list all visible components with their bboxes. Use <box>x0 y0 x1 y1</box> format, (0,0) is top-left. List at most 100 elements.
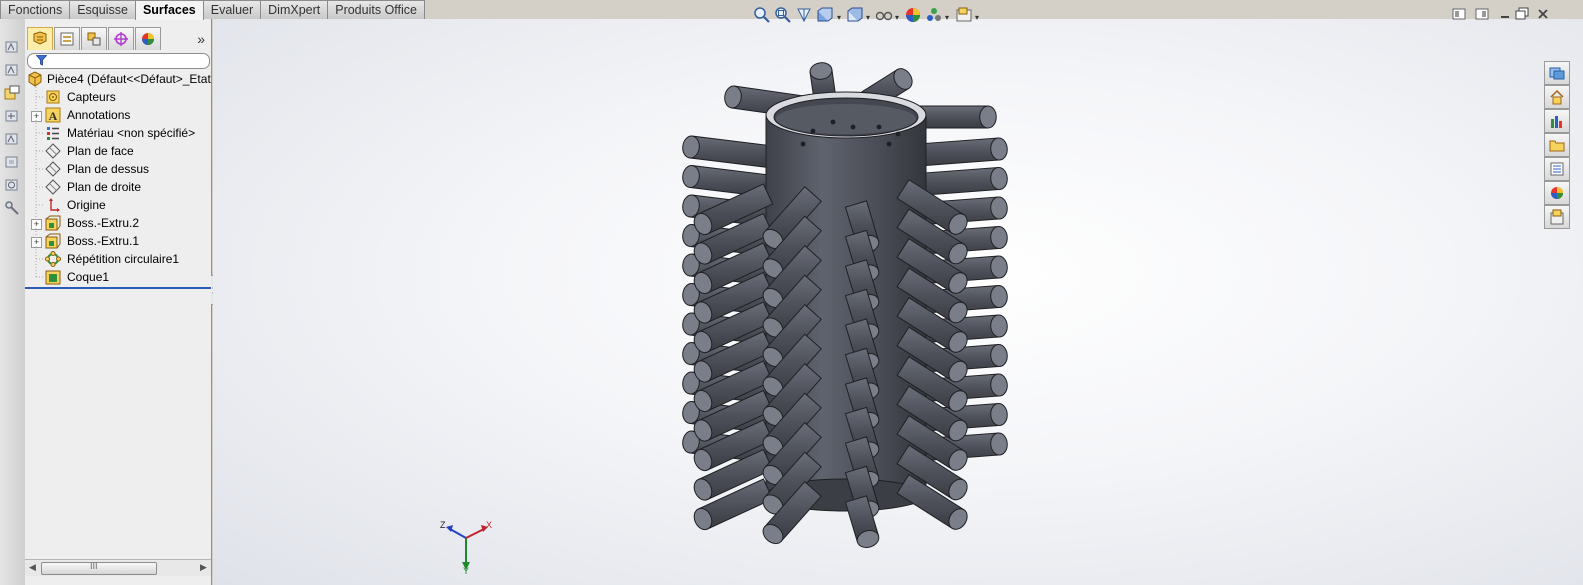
material-icon <box>47 127 59 140</box>
scroll-left-arrow[interactable]: ◀ <box>29 562 36 573</box>
tree-item-label: Origine <box>67 198 106 212</box>
apply-scene-dropdown[interactable]: ▾ <box>945 13 949 22</box>
view-orientation-icon[interactable] <box>846 6 864 24</box>
rim-hole <box>810 128 816 134</box>
brush-pin <box>916 166 1008 197</box>
rollback-bar[interactable] <box>25 287 211 289</box>
zoom-to-area-icon[interactable] <box>774 6 792 24</box>
configurationmanager-tab[interactable] <box>81 27 107 50</box>
tree-item-label: Annotations <box>67 108 131 122</box>
tp-home[interactable] <box>1544 85 1570 109</box>
surface-tool-icon[interactable] <box>4 154 20 170</box>
tp-view-palette[interactable] <box>1544 157 1570 181</box>
dimxpertmanager-icon <box>114 32 128 46</box>
tab-dimxpert[interactable]: DimXpert <box>260 0 329 19</box>
zoom-to-fit-icon[interactable] <box>753 6 771 24</box>
rim-hole <box>895 131 901 137</box>
shell-icon <box>45 270 61 285</box>
tree-item-label: Répétition circulaire1 <box>67 252 180 266</box>
surface-tool-icon[interactable] <box>4 62 20 78</box>
previous-view-icon[interactable] <box>795 6 813 24</box>
edit-appearance-icon[interactable] <box>904 6 922 24</box>
origin-icon <box>49 198 60 212</box>
tree-item-annotations[interactable]: + A Annotations <box>25 107 211 124</box>
display-style-icon[interactable] <box>875 6 893 24</box>
tree-item-boss-extru-2[interactable]: + Boss.-Extru.2 <box>25 215 211 232</box>
tree-item-plan-de-dessus[interactable]: Plan de dessus <box>25 161 211 178</box>
featuremanager-tree-icon <box>33 31 47 45</box>
close-icon[interactable] <box>1536 7 1550 21</box>
scroll-right-arrow[interactable]: ▶ <box>200 562 207 573</box>
tree-filter-input[interactable] <box>27 53 210 69</box>
tp-custom-properties[interactable] <box>1544 205 1570 229</box>
custom-properties-icon <box>1550 209 1564 225</box>
horizontal-scrollbar[interactable]: ◀ III ▶ <box>25 559 211 576</box>
home-icon <box>1550 89 1564 105</box>
tp-solidworks-resources[interactable] <box>1544 61 1570 85</box>
tp-design-library[interactable] <box>1544 109 1570 133</box>
view-settings-icon[interactable] <box>955 6 973 24</box>
configurationmanager-icon <box>87 32 101 46</box>
extrude-icon <box>45 215 61 231</box>
rim-hole <box>886 141 892 147</box>
task-pane-tabs <box>1544 58 1570 230</box>
display-style-dropdown[interactable]: ▾ <box>895 13 899 22</box>
tree-item-label: Plan de dessus <box>67 162 150 176</box>
tree-item-plan-de-face[interactable]: Plan de face <box>25 143 211 160</box>
command-manager-tabs: Fonctions Esquisse Surfaces Evaluer DimX… <box>0 0 425 20</box>
tree-item-label: Boss.-Extru.1 <box>67 234 140 248</box>
tree-item-materiau[interactable]: Matériau <non spécifié> <box>25 125 211 142</box>
tab-surfaces[interactable]: Surfaces <box>134 0 204 20</box>
graphics-area[interactable]: Z X Y <box>213 19 1583 585</box>
folder-icon <box>1549 140 1565 152</box>
view-palette-icon <box>1550 162 1564 176</box>
surface-tool-icon[interactable] <box>4 131 20 147</box>
maximize-icon[interactable] <box>1515 7 1529 21</box>
3d-model-view[interactable] <box>213 19 1583 585</box>
rim-hole <box>830 119 836 125</box>
view-settings-dropdown[interactable]: ▾ <box>975 13 979 22</box>
wrench-icon[interactable] <box>4 200 20 216</box>
propertymanager-icon <box>60 32 74 46</box>
tree-item-repetition-circulaire1[interactable]: Répétition circulaire1 <box>25 251 211 268</box>
svg-text:A: A <box>49 109 58 123</box>
tp-appearances[interactable] <box>1544 181 1570 205</box>
surface-tool-icon[interactable] <box>4 177 20 193</box>
minimize-icon[interactable] <box>1498 7 1512 21</box>
tab-esquisse[interactable]: Esquisse <box>69 0 136 19</box>
featuremanager-tabs: » <box>25 23 211 50</box>
tab-evaluer[interactable]: Evaluer <box>202 0 262 19</box>
tree-item-capteurs[interactable]: Capteurs <box>25 89 211 106</box>
dimxpertmanager-tab[interactable] <box>108 27 134 50</box>
tree-connector-lines <box>35 87 45 278</box>
restore-left-icon[interactable] <box>1452 7 1466 21</box>
tp-file-explorer[interactable] <box>1544 133 1570 157</box>
brush-pin <box>682 135 775 169</box>
tree-item-origine[interactable]: Origine <box>25 197 211 214</box>
sketch-tool-icon[interactable] <box>4 85 20 101</box>
featuremanager-tree-tab[interactable] <box>27 27 53 50</box>
apply-scene-icon[interactable] <box>925 6 943 24</box>
tree-item-label: Plan de face <box>67 144 134 158</box>
restore-right-icon[interactable] <box>1475 7 1489 21</box>
section-view-icon[interactable] <box>816 6 834 24</box>
section-view-dropdown[interactable]: ▾ <box>837 13 841 22</box>
tree-item-boss-extru-1[interactable]: + Boss.-Extru.1 <box>25 233 211 250</box>
left-shortcut-toolbar <box>0 19 26 585</box>
plane-icon <box>45 179 61 195</box>
surface-tool-icon[interactable] <box>4 39 20 55</box>
more-tabs-chevron[interactable]: » <box>197 31 205 47</box>
displaymanager-tab[interactable] <box>135 27 161 50</box>
view-orientation-dropdown[interactable]: ▾ <box>866 13 870 22</box>
tree-item-coque1[interactable]: Coque1 <box>25 269 211 286</box>
tab-produits-office[interactable]: Produits Office <box>327 0 425 19</box>
coordinate-triad: Z X Y <box>440 520 492 576</box>
tree-item-label: Matériau <non spécifié> <box>67 126 196 140</box>
propertymanager-tab[interactable] <box>54 27 80 50</box>
surface-tool-icon[interactable] <box>4 108 20 124</box>
tab-fonctions[interactable]: Fonctions <box>0 0 71 19</box>
rim-hole <box>850 124 856 130</box>
scroll-thumb[interactable]: III <box>41 561 157 575</box>
tree-item-plan-de-droite[interactable]: Plan de droite <box>25 179 211 196</box>
triad-x-label: X <box>486 520 492 530</box>
